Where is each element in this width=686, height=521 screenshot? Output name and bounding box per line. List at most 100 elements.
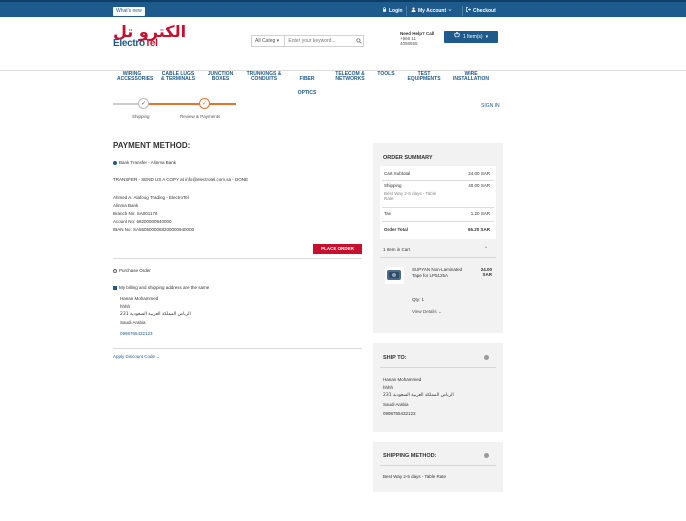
ship-to-phone[interactable]: 0998765432123 bbox=[383, 411, 416, 416]
shipping-value: 40.00 SAR bbox=[468, 183, 490, 188]
transfer-note: TRANSFER - SEND US A COPY at info@electr… bbox=[113, 177, 249, 182]
checkout-button[interactable]: Checkout bbox=[463, 6, 499, 16]
divider bbox=[382, 180, 494, 181]
divider bbox=[380, 465, 496, 466]
bank-line: Alinma Bank bbox=[113, 203, 139, 208]
items-in-cart-toggle[interactable]: 1 Item in Cart bbox=[383, 247, 410, 252]
step-shipping-label[interactable]: Shipping bbox=[132, 114, 150, 119]
top-bar bbox=[0, 0, 686, 17]
help-phone-2: 4098555 bbox=[400, 41, 418, 46]
lock-icon bbox=[382, 6, 387, 16]
chevron-down-icon: ⌄ bbox=[156, 354, 161, 359]
gear-icon[interactable] bbox=[484, 355, 489, 360]
search-input[interactable] bbox=[285, 36, 355, 46]
purchase-order-option[interactable]: Purchase Order bbox=[113, 268, 151, 274]
ship-to-city: الرياض المملكة العربية السعودية 231 bbox=[383, 393, 454, 398]
tax-value: 1.20 SAR bbox=[470, 211, 490, 216]
order-total-value: 65.20 SAR bbox=[467, 227, 490, 232]
billing-street: hhhh bbox=[120, 304, 131, 309]
apply-discount-label: Apply Discount Code bbox=[113, 354, 156, 359]
purchase-order-radio[interactable] bbox=[113, 268, 117, 273]
order-summary-title: ORDER SUMMARY bbox=[383, 155, 433, 161]
tax-label: Tax bbox=[384, 211, 392, 216]
nav-item-junction-boxes[interactable]: JUNCTION BOXES bbox=[204, 72, 237, 82]
ship-to-title: SHIP TO: bbox=[383, 355, 407, 361]
product-price: 24.00 SAR bbox=[480, 267, 492, 277]
nav-item-wiring-accessories[interactable]: WIRING ACCESSORIES bbox=[117, 72, 153, 82]
bank-line: Ahmed A. Alafoog Trading - ElectroTel bbox=[113, 195, 189, 200]
shipping-method-value: Best Way 2-5 days - Table Rate bbox=[383, 474, 447, 479]
order-total-label: Order Total bbox=[384, 227, 408, 232]
progress-track-review bbox=[143, 103, 236, 105]
logo-tel: Tel bbox=[144, 38, 158, 49]
ship-to-name: Hanan Mohammed bbox=[383, 377, 422, 382]
product-thumbnail[interactable] bbox=[385, 267, 404, 284]
same-address-checkbox[interactable] bbox=[113, 285, 117, 290]
checkout-icon bbox=[466, 6, 471, 16]
login-label: Login bbox=[389, 8, 403, 14]
gear-icon[interactable] bbox=[484, 453, 489, 458]
login-button[interactable]: Login bbox=[379, 6, 406, 16]
cart-count: 1 Item(s) bbox=[462, 34, 483, 40]
apply-discount-link[interactable]: Apply Discount Code ⌄ bbox=[113, 354, 160, 360]
my-account-label: My Account bbox=[418, 8, 447, 14]
divider bbox=[380, 257, 496, 258]
step-review-label: Review & Payments bbox=[180, 114, 221, 119]
search-icon[interactable] bbox=[354, 36, 363, 46]
shipping-method-panel bbox=[373, 442, 503, 492]
nav-item-cable-lugs[interactable]: CABLE LUGS & TERMINALS bbox=[160, 72, 196, 82]
divider bbox=[113, 348, 362, 349]
divider bbox=[382, 221, 494, 222]
search-category-select[interactable]: All Categ ▾ bbox=[252, 36, 286, 46]
bank-transfer-label: Bank Transfer - Alinma Bank bbox=[119, 160, 177, 165]
purchase-order-label: Purchase Order bbox=[119, 268, 151, 273]
divider bbox=[113, 258, 362, 259]
billing-country: Saudi Arabia bbox=[120, 320, 146, 325]
cart-subtotal-label: Cart Subtotal bbox=[384, 171, 411, 176]
chevron-down-icon: ⌄ bbox=[437, 309, 442, 314]
payment-method-title: PAYMENT METHOD: bbox=[113, 141, 191, 150]
nav-item-trunkings-conduits[interactable]: TRUNKINGS & CONDUITS bbox=[246, 72, 282, 82]
nav-item-fiber-optics[interactable]: FIBER OPTICS bbox=[296, 72, 318, 100]
shipping-note: Best Way 2-5 days - Table Rate bbox=[384, 191, 437, 201]
nav-item-telecom-networks[interactable]: TELECOM & NETWORKS bbox=[332, 72, 368, 82]
product-name[interactable]: SUPYAN Non-Laminated Tape for LP5125A bbox=[412, 267, 466, 279]
bank-line: IBAN No: SA5605000068200000940000 bbox=[113, 227, 195, 232]
billing-city: الرياض المملكة العربية السعودية 231 bbox=[120, 312, 191, 317]
user-icon bbox=[411, 6, 416, 16]
bank-line: Branch No: SA001176 bbox=[113, 211, 158, 216]
view-details-label: View Details bbox=[412, 309, 437, 314]
logo[interactable]: ElectroTel bbox=[113, 38, 158, 49]
same-address-label: My billing and shipping address are the … bbox=[119, 285, 210, 290]
nav-item-test-equipments[interactable]: TEST EQUIPMENTS bbox=[404, 72, 444, 82]
ship-to-street: hhhh bbox=[383, 385, 394, 390]
chevron-down-icon bbox=[448, 6, 452, 16]
bank-line: Acount No: 68200000940000 bbox=[113, 219, 172, 224]
divider bbox=[380, 367, 496, 368]
bank-transfer-radio[interactable] bbox=[113, 160, 117, 165]
divider bbox=[406, 6, 407, 16]
top-bar-accent bbox=[0, 0, 686, 2]
bank-transfer-option[interactable]: Bank Transfer - Alinma Bank bbox=[113, 160, 176, 166]
chevron-down-icon: ▾ bbox=[485, 34, 489, 40]
shipping-method-title: SHIPPING METHOD: bbox=[383, 453, 437, 459]
sign-in-link[interactable]: SIGN IN bbox=[481, 103, 500, 109]
nav-item-tools[interactable]: TOOLS bbox=[376, 72, 396, 77]
my-account-button[interactable]: My Account bbox=[408, 6, 455, 16]
divider bbox=[382, 207, 494, 208]
search-category-label: All Categ bbox=[255, 38, 276, 44]
place-order-button[interactable]: PLACE ORDER bbox=[313, 244, 362, 254]
ship-to-country: Saudi Arabia bbox=[383, 402, 409, 407]
whats-new-link[interactable]: What's new bbox=[113, 7, 145, 16]
step-shipping-check-icon[interactable]: ✓ bbox=[138, 98, 149, 109]
help-contact: Need Help? Call +966 11 4098555 bbox=[400, 31, 440, 46]
mini-cart-button[interactable]: 1 Item(s) ▾ bbox=[444, 31, 498, 43]
logo-electro: Electro bbox=[113, 38, 145, 49]
billing-phone[interactable]: 0998765432123 bbox=[120, 331, 153, 337]
same-address-option[interactable]: My billing and shipping address are the … bbox=[113, 285, 209, 291]
nav-item-wire-installation[interactable]: WIRE INSTALLATION bbox=[450, 72, 492, 82]
view-details-toggle[interactable]: View Details ⌄ bbox=[412, 309, 442, 314]
cart-icon bbox=[454, 31, 460, 43]
shipping-label: Shipping bbox=[384, 183, 402, 188]
chevron-up-icon[interactable]: ⌃ bbox=[484, 246, 488, 251]
